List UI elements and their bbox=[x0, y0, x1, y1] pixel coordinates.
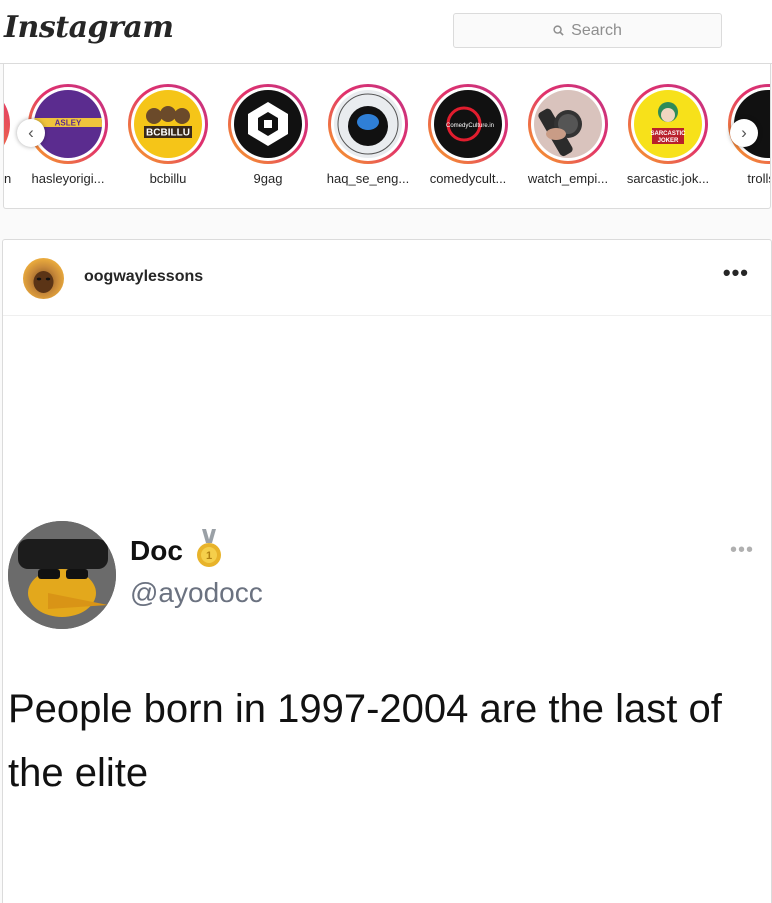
search-placeholder: Search bbox=[571, 21, 622, 39]
post-author-username[interactable]: oogwaylessons bbox=[84, 268, 203, 286]
svg-text:ASLEY: ASLEY bbox=[55, 119, 82, 128]
post-image[interactable]: Doc 1 @ayodocc ••• People born in 1997-2… bbox=[3, 317, 771, 903]
svg-text:1: 1 bbox=[206, 550, 212, 562]
tweet-more-icon: ••• bbox=[730, 539, 755, 561]
tweet-author-handle: @ayodocc bbox=[130, 577, 263, 608]
story-username: sarcastic.jok... bbox=[626, 171, 710, 186]
story-username: hasleyorigi... bbox=[31, 171, 105, 186]
engineering-brain-avatar bbox=[334, 90, 402, 158]
story-username: comedycult... bbox=[429, 171, 507, 186]
stories-next-button[interactable]: › bbox=[730, 119, 758, 147]
search-input[interactable]: Search bbox=[453, 13, 722, 48]
tweet-author-name: Doc bbox=[130, 535, 183, 566]
tweet-text: People born in 1997-2004 are the last of… bbox=[8, 687, 722, 795]
post-more-options-button[interactable]: ••• bbox=[723, 260, 749, 286]
search-icon bbox=[553, 25, 564, 36]
story-username: trolls_c bbox=[747, 171, 770, 186]
stories-tray: n ASLEY hasleyorigi... BCBILLU bcbillu 9… bbox=[3, 64, 771, 209]
story-username: bcbillu bbox=[149, 171, 187, 186]
watch-avatar bbox=[534, 90, 602, 158]
stories-prev-button[interactable]: ‹ bbox=[17, 119, 45, 147]
top-bar: Instagram Search bbox=[0, 0, 772, 64]
story-username: watch_empi... bbox=[527, 171, 609, 186]
joker-avatar: SARCASTIC JOKER bbox=[634, 90, 702, 158]
svg-text:ComedyCulture.in: ComedyCulture.in bbox=[446, 123, 494, 129]
gold-medal-icon: 1 bbox=[196, 529, 222, 574]
story-partial-left[interactable] bbox=[4, 84, 10, 164]
svg-text:SARCASTIC: SARCASTIC bbox=[650, 131, 686, 137]
chevron-left-icon: ‹ bbox=[28, 123, 34, 142]
story-username: 9gag bbox=[253, 171, 283, 186]
hasley-avatar: ASLEY bbox=[34, 90, 102, 158]
post-header: oogwaylessons ••• bbox=[3, 240, 771, 316]
svg-text:JOKER: JOKER bbox=[658, 138, 679, 144]
svg-text:BCBILLU: BCBILLU bbox=[146, 128, 190, 139]
post-author-avatar[interactable] bbox=[23, 258, 64, 299]
bcbillu-avatar: BCBILLU bbox=[134, 90, 202, 158]
tweet-author-avatar bbox=[8, 521, 116, 629]
9gag-avatar bbox=[234, 90, 302, 158]
comedyculture-avatar: ComedyCulture.in bbox=[434, 90, 502, 158]
feed-post: oogwaylessons ••• Doc 1 @ayodocc ••• Peo… bbox=[2, 239, 772, 903]
chevron-right-icon: › bbox=[741, 123, 747, 142]
story-username: haq_se_eng... bbox=[326, 171, 410, 186]
instagram-logo[interactable]: Instagram bbox=[4, 10, 174, 45]
